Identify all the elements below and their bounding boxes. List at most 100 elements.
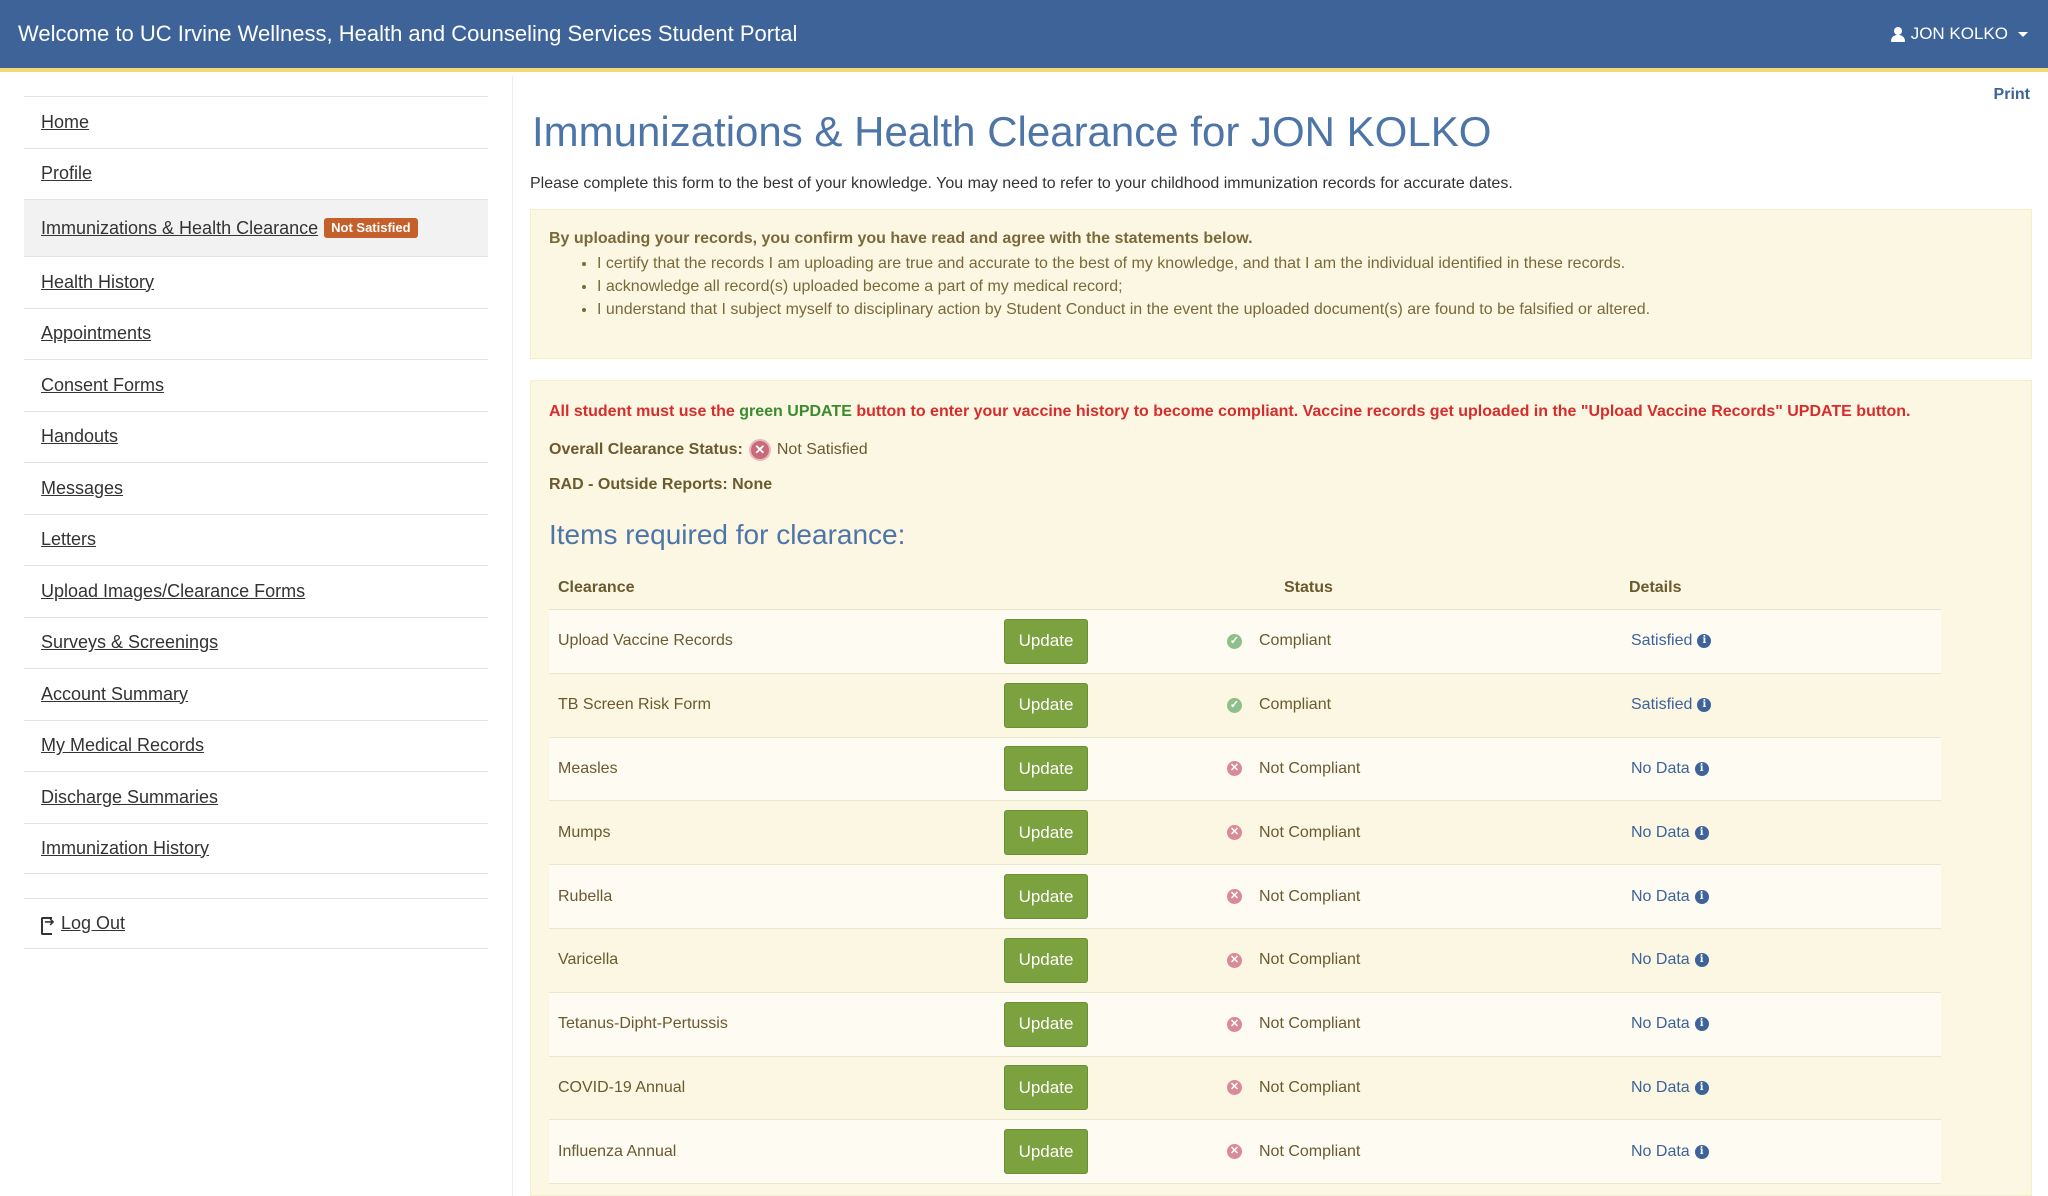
- sidebar-item-label[interactable]: Health History: [41, 272, 154, 293]
- details-link[interactable]: No Data i: [1631, 1143, 1709, 1161]
- sidebar-item-label[interactable]: Surveys & Screenings: [41, 632, 218, 653]
- overall-status: Overall Clearance Status: ✕ Not Satisfie…: [549, 439, 868, 461]
- sidebar-item-handouts[interactable]: Handouts: [24, 410, 488, 463]
- x-circle-icon: ✕: [1227, 889, 1242, 905]
- logout-icon: [41, 914, 57, 935]
- details-text: No Data: [1631, 759, 1690, 777]
- sidebar-item-immunizations[interactable]: Immunizations & Health Clearance Not Sati…: [24, 199, 488, 256]
- user-menu[interactable]: JON KOLKO: [1890, 24, 2030, 44]
- status-text: Not Compliant: [1259, 951, 1361, 969]
- update-button[interactable]: Update: [1004, 1001, 1088, 1047]
- agreement-bullet: I understand that I subject myself to di…: [597, 298, 2013, 321]
- sidebar-item-label[interactable]: Account Summary: [41, 684, 188, 705]
- x-circle-icon: ✕: [1227, 825, 1242, 841]
- table-row: Tetanus-Dipht-Pertussis Update ✕ Not Compli…: [549, 992, 1941, 1057]
- sidebar-item-logout[interactable]: Log Out: [24, 898, 488, 949]
- sidebar-item-label[interactable]: My Medical Records: [41, 735, 204, 756]
- logout-link[interactable]: Log Out: [41, 913, 125, 935]
- info-icon[interactable]: i: [1697, 634, 1712, 649]
- clearance-name: Rubella: [558, 887, 613, 905]
- sidebar-item-immunization-history[interactable]: Immunization History: [24, 822, 488, 874]
- clearance-name: TB Screen Risk Form: [558, 696, 711, 714]
- update-button[interactable]: Update: [1004, 746, 1088, 792]
- header-details: Details: [1629, 578, 1682, 596]
- sidebar-item-appointments[interactable]: Appointments: [24, 307, 488, 360]
- details-link[interactable]: No Data i: [1631, 824, 1709, 842]
- details-link[interactable]: Satisfied i: [1631, 632, 1712, 650]
- sidebar-item-letters[interactable]: Letters: [24, 513, 488, 566]
- status-text: Not Compliant: [1259, 1015, 1361, 1033]
- x-circle-icon: ✕: [1227, 1016, 1242, 1032]
- status-text: Compliant: [1259, 696, 1332, 714]
- info-icon[interactable]: i: [1694, 1144, 1709, 1159]
- status-text: Not Compliant: [1259, 887, 1361, 905]
- table-header: Clearance Status Details: [549, 566, 1941, 610]
- info-icon[interactable]: i: [1697, 698, 1712, 713]
- check-circle-icon: ✓: [1227, 697, 1242, 713]
- sidebar-item-label[interactable]: Immunization History: [41, 838, 209, 859]
- alert-text-green: green UPDATE: [739, 403, 852, 420]
- user-name: JON KOLKO: [1910, 24, 2008, 43]
- details-text: No Data: [1631, 1078, 1690, 1096]
- print-link[interactable]: Print: [1994, 86, 2030, 104]
- table-row: Varicella Update ✕ Not Compliant No Data i: [549, 929, 1941, 993]
- details-text: No Data: [1631, 1142, 1690, 1160]
- table-row: Measles Update ✕ Not Compliant No Data i: [549, 737, 1941, 802]
- update-button[interactable]: Update: [1004, 618, 1088, 664]
- column-divider: [512, 76, 513, 1196]
- info-icon[interactable]: i: [1694, 1017, 1709, 1032]
- x-circle-icon: ✕: [1227, 761, 1242, 777]
- sidebar-item-label[interactable]: Profile: [41, 163, 92, 184]
- sidebar-item-label[interactable]: Discharge Summaries: [41, 787, 218, 808]
- details-link[interactable]: No Data i: [1631, 760, 1709, 778]
- agreement-panel: By uploading your records, you confirm y…: [530, 209, 2032, 359]
- agreement-heading: By uploading your records, you confirm y…: [549, 230, 1253, 247]
- info-icon[interactable]: i: [1694, 953, 1709, 968]
- info-icon[interactable]: i: [1694, 889, 1709, 904]
- status-text: Not Compliant: [1259, 759, 1361, 777]
- sidebar-item-label[interactable]: Home: [41, 112, 89, 133]
- info-icon[interactable]: i: [1694, 761, 1709, 776]
- sidebar-item-medical-records[interactable]: My Medical Records: [24, 719, 488, 772]
- sidebar-item-label[interactable]: Consent Forms: [41, 375, 164, 396]
- sidebar-item-label[interactable]: Upload Images/Clearance Forms: [41, 581, 305, 602]
- sidebar-item-messages[interactable]: Messages: [24, 462, 488, 514]
- update-button[interactable]: Update: [1004, 1129, 1088, 1175]
- table-row: Mumps Update ✕ Not Compliant No Data i: [549, 801, 1941, 866]
- sidebar-item-consent-forms[interactable]: Consent Forms: [24, 359, 488, 411]
- x-circle-icon: ✕: [1227, 1144, 1242, 1160]
- sidebar-item-health-history[interactable]: Health History: [24, 256, 488, 308]
- sidebar-item-upload-images[interactable]: Upload Images/Clearance Forms: [24, 565, 488, 617]
- details-link[interactable]: Satisfied i: [1631, 696, 1712, 714]
- sidebar-item-label[interactable]: Immunizations & Health Clearance: [41, 218, 318, 239]
- info-icon[interactable]: i: [1694, 1080, 1709, 1095]
- update-button[interactable]: Update: [1004, 937, 1088, 983]
- sidebar-item-discharge-summaries[interactable]: Discharge Summaries: [24, 771, 488, 823]
- update-button[interactable]: Update: [1004, 874, 1088, 920]
- details-link[interactable]: No Data i: [1631, 951, 1709, 969]
- sidebar-item-account-summary[interactable]: Account Summary: [24, 668, 488, 720]
- compliance-alert: All student must use the green UPDATE bu…: [549, 403, 1910, 421]
- agreement-bullet: I certify that the records I am uploadin…: [597, 252, 2013, 275]
- sidebar-item-surveys[interactable]: Surveys & Screenings: [24, 616, 488, 669]
- sidebar-item-label[interactable]: Handouts: [41, 426, 118, 447]
- sidebar-item-label[interactable]: Letters: [41, 529, 96, 550]
- details-link[interactable]: No Data i: [1631, 888, 1709, 906]
- update-button[interactable]: Update: [1004, 682, 1088, 728]
- sidebar-item-profile[interactable]: Profile: [24, 147, 488, 200]
- details-text: Satisfied: [1631, 632, 1693, 650]
- table-row: TB Screen Risk Form Update ✓ Compliant Satis…: [549, 674, 1941, 738]
- sidebar-item-home[interactable]: Home: [24, 96, 488, 148]
- user-icon: [1890, 26, 1905, 42]
- sidebar-item-label[interactable]: Messages: [41, 478, 123, 499]
- update-button[interactable]: Update: [1004, 1065, 1088, 1111]
- update-button[interactable]: Update: [1004, 810, 1088, 856]
- info-icon[interactable]: i: [1694, 825, 1709, 840]
- caret-down-icon: [2018, 31, 2028, 37]
- details-link[interactable]: No Data i: [1631, 1015, 1709, 1033]
- details-link[interactable]: No Data i: [1631, 1079, 1709, 1097]
- sidebar-item-label[interactable]: Appointments: [41, 323, 151, 344]
- header-status: Status: [1284, 578, 1333, 596]
- portal-title[interactable]: Welcome to UC Irvine Wellness, Health an…: [18, 21, 797, 47]
- x-circle-icon: ✕: [1227, 952, 1242, 968]
